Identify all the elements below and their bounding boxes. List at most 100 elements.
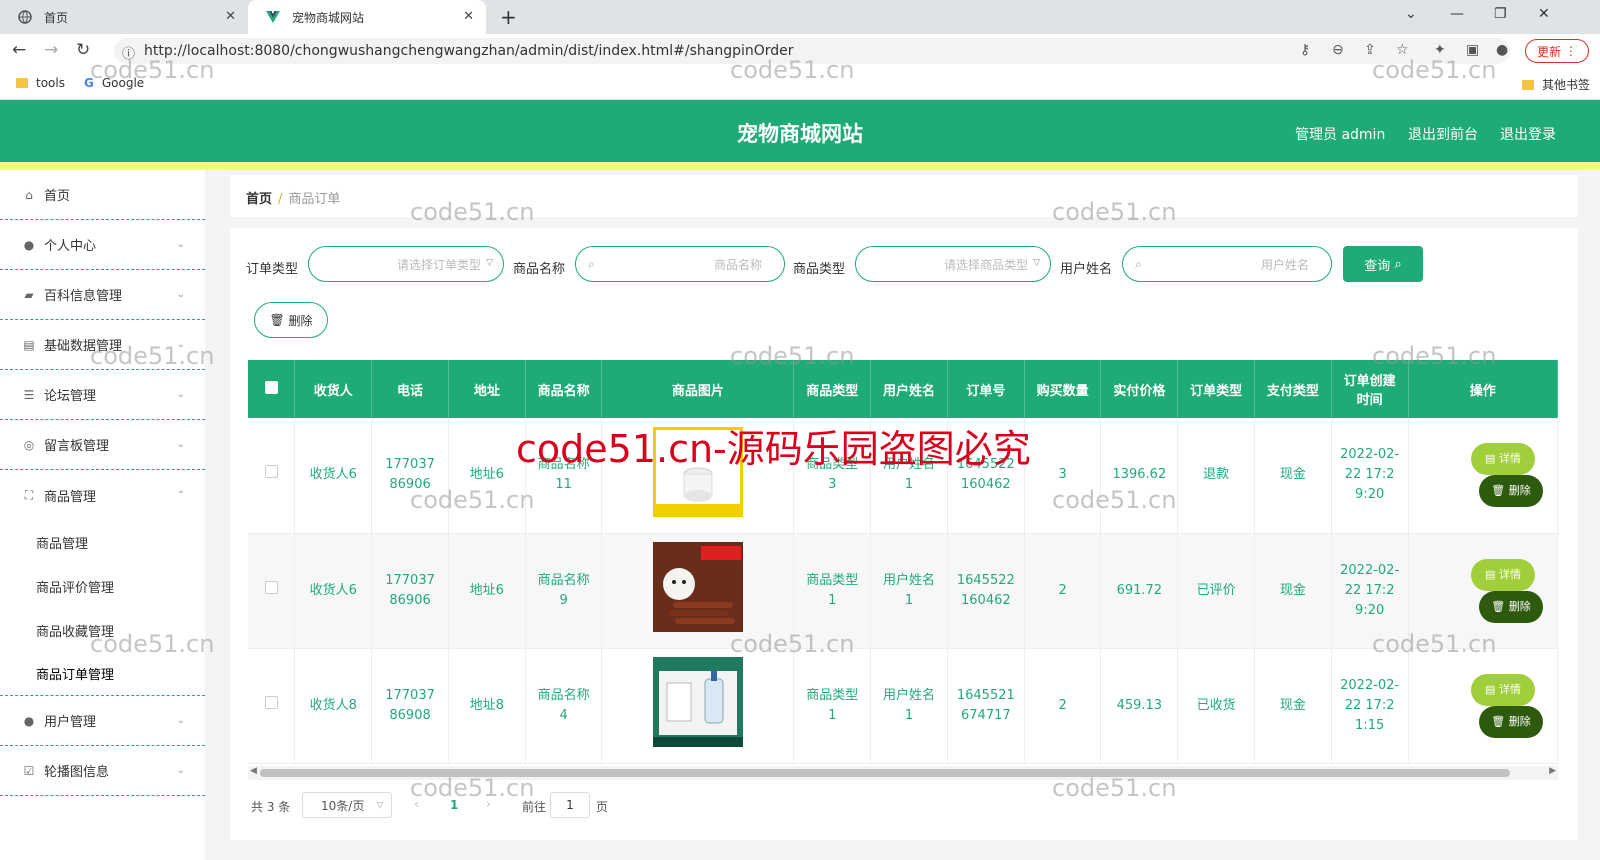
front-link[interactable]: 退出到前台 (1408, 124, 1478, 144)
admin-user-label: 管理员 admin (1295, 127, 1386, 143)
sidebar-item-home[interactable]: ⌂ 首页 (0, 170, 205, 220)
other-bookmarks[interactable]: 其他书签 (1522, 76, 1590, 93)
detail-label: 详情 (1498, 567, 1521, 581)
folder-icon (1522, 79, 1534, 90)
logout-link[interactable]: 退出登录 (1500, 124, 1556, 144)
browser-tab-active[interactable]: 宠物商城网站 ✕ (248, 0, 486, 34)
goods-name-input[interactable]: ⌕ 商品名称 (575, 246, 785, 282)
data-icon: ▤ (23, 337, 35, 352)
order-type-select[interactable]: 请选择订单类型 ▽ (308, 246, 504, 282)
select-all-checkbox[interactable] (248, 360, 296, 418)
row-checkbox[interactable] (264, 465, 278, 479)
cell-price: 1396.62 (1100, 418, 1179, 534)
chevron-down-icon: ⌄ (176, 765, 185, 776)
order-type-label: 订单类型 (246, 262, 299, 277)
header-stripe (0, 162, 1600, 170)
back-icon[interactable]: ← (12, 40, 26, 60)
cell-pay-type: 现金 (1254, 533, 1332, 649)
user-icon: ● (23, 237, 35, 252)
user-name-input[interactable]: ⌕ 用户姓名 (1122, 246, 1332, 282)
page-size-value: 10条/页 (321, 798, 365, 813)
cell-phone: 17703786906 (371, 418, 449, 534)
page-suffix: 页 (596, 800, 609, 814)
chevron-down-icon[interactable]: ⌄ (1405, 6, 1417, 22)
forward-icon[interactable]: → (44, 40, 58, 60)
detail-button[interactable]: ▤ 详情 (1471, 558, 1535, 591)
close-icon[interactable]: ✕ (463, 9, 474, 24)
scroll-left-icon[interactable]: ◀ (250, 766, 257, 776)
cell-order-type: 退款 (1177, 418, 1255, 534)
close-icon[interactable]: ✕ (225, 9, 236, 24)
cell-user: 用户姓名1 (870, 648, 948, 764)
query-label: 查询 (1364, 258, 1391, 274)
sidebar-item-wiki[interactable]: ▰ 百科信息管理 ⌄ (0, 270, 205, 320)
sidebar-item-label: 首页 (44, 189, 71, 204)
sidebar-sub-orders[interactable]: 商品订单管理 (0, 652, 205, 696)
table-row: 收货人6 17703786906 地址6 商品名称9 商品类型1 用户姓名1 1… (248, 533, 1559, 649)
bookmark-label: 其他书签 (1542, 78, 1591, 92)
goods-type-select[interactable]: 请选择商品类型 ▽ (855, 246, 1051, 282)
search-icon: ⌕ (1394, 256, 1402, 272)
sidebar-item-label: 用户管理 (44, 715, 97, 730)
watermark: code51.cn (410, 486, 535, 514)
cell-user: 用户姓名1 (870, 533, 948, 649)
new-tab-icon[interactable]: + (500, 5, 517, 29)
product-image-ear-cleaner[interactable] (652, 657, 743, 747)
detail-button[interactable]: ▤ 详情 (1471, 443, 1535, 476)
watermark: code51.cn (1372, 342, 1497, 370)
window-close-icon[interactable]: ✕ (1538, 6, 1550, 22)
chevron-up-icon: ⌃ (176, 489, 185, 501)
sidebar: ⌂ 首页 ● 个人中心 ⌄ ▰ 百科信息管理 ⌄ ▤ 基础数据管理 ⌄ ☰ 论坛… (0, 170, 205, 860)
sidebar-item-goods[interactable]: ⛶ 商品管理 ⌃ (0, 470, 205, 520)
cell-qty: 3 (1024, 418, 1102, 534)
sidebar-item-messages[interactable]: ◎ 留言板管理 ⌄ (0, 420, 205, 470)
user-name-label: 用户姓名 (1060, 262, 1113, 277)
profile-icon[interactable]: ● (1496, 42, 1508, 58)
watermark: code51.cn (730, 56, 855, 84)
update-button[interactable]: 更新 ⋮ (1525, 39, 1589, 63)
cell-created: 2022-02-22 17:21:15 (1331, 648, 1409, 764)
cell-price: 459.13 (1100, 648, 1179, 764)
detail-label: 详情 (1498, 452, 1521, 466)
row-delete-button[interactable]: 🗑 删除 (1479, 705, 1543, 738)
goto-page-input[interactable]: 1 (550, 792, 590, 818)
detail-icon: ▤ (1485, 682, 1496, 696)
delete-label: 删除 (1508, 714, 1531, 728)
cell-actions: ▤ 详情 🗑 删除 (1408, 418, 1559, 534)
maximize-icon[interactable]: ❐ (1494, 6, 1507, 22)
scroll-right-icon[interactable]: ▶ (1549, 766, 1556, 776)
bookmark-tools[interactable]: tools (16, 76, 65, 90)
detail-button[interactable]: ▤ 详情 (1471, 673, 1535, 706)
browser-tab-home[interactable]: 首页 ✕ (0, 0, 248, 34)
row-checkbox[interactable] (264, 580, 278, 594)
breadcrumb-home[interactable]: 首页 (246, 192, 272, 207)
reload-icon[interactable]: ↻ (76, 40, 90, 60)
sidebar-item-label: 百科信息管理 (44, 289, 123, 304)
cell-goods-type: 商品类型1 (793, 648, 872, 764)
sidebar-sub-reviews[interactable]: 商品评价管理 (0, 564, 205, 608)
tab-label: 首页 (44, 10, 69, 25)
key-icon[interactable]: ⚷ (1300, 42, 1310, 58)
sidebar-item-users[interactable]: ● 用户管理 ⌄ (0, 696, 205, 746)
trash-icon: 🗑 (269, 313, 285, 327)
minimize-icon[interactable]: — (1450, 6, 1464, 22)
bookmark-label: tools (36, 76, 65, 90)
zoom-icon[interactable]: ⊖ (1332, 42, 1344, 58)
cell-qty: 2 (1024, 533, 1102, 649)
row-delete-button[interactable]: 🗑 删除 (1479, 590, 1543, 623)
trash-icon: 🗑 (1491, 714, 1506, 728)
page-size-select[interactable]: 10条/页 ▽ (302, 792, 392, 818)
sidebar-sub-goods[interactable]: 商品管理 (0, 520, 205, 564)
sidebar-item-carousel[interactable]: ☑ 轮播图信息 ⌄ (0, 746, 205, 796)
query-button[interactable]: 查询 ⌕ (1343, 246, 1423, 282)
row-delete-button[interactable]: 🗑 删除 (1479, 475, 1543, 508)
delete-label: 删除 (1508, 484, 1531, 498)
sidebar-item-forum[interactable]: ☰ 论坛管理 ⌄ (0, 370, 205, 420)
watermark: code51.cn (1052, 774, 1177, 802)
cell-order-no: 1645521674717 (947, 648, 1025, 764)
sidebar-item-profile[interactable]: ● 个人中心 ⌄ (0, 220, 205, 270)
cell-order-type: 已评价 (1177, 533, 1255, 649)
batch-delete-button[interactable]: 🗑 删除 (254, 302, 328, 338)
product-image-dog-treats[interactable] (652, 542, 743, 632)
row-checkbox[interactable] (264, 695, 278, 709)
